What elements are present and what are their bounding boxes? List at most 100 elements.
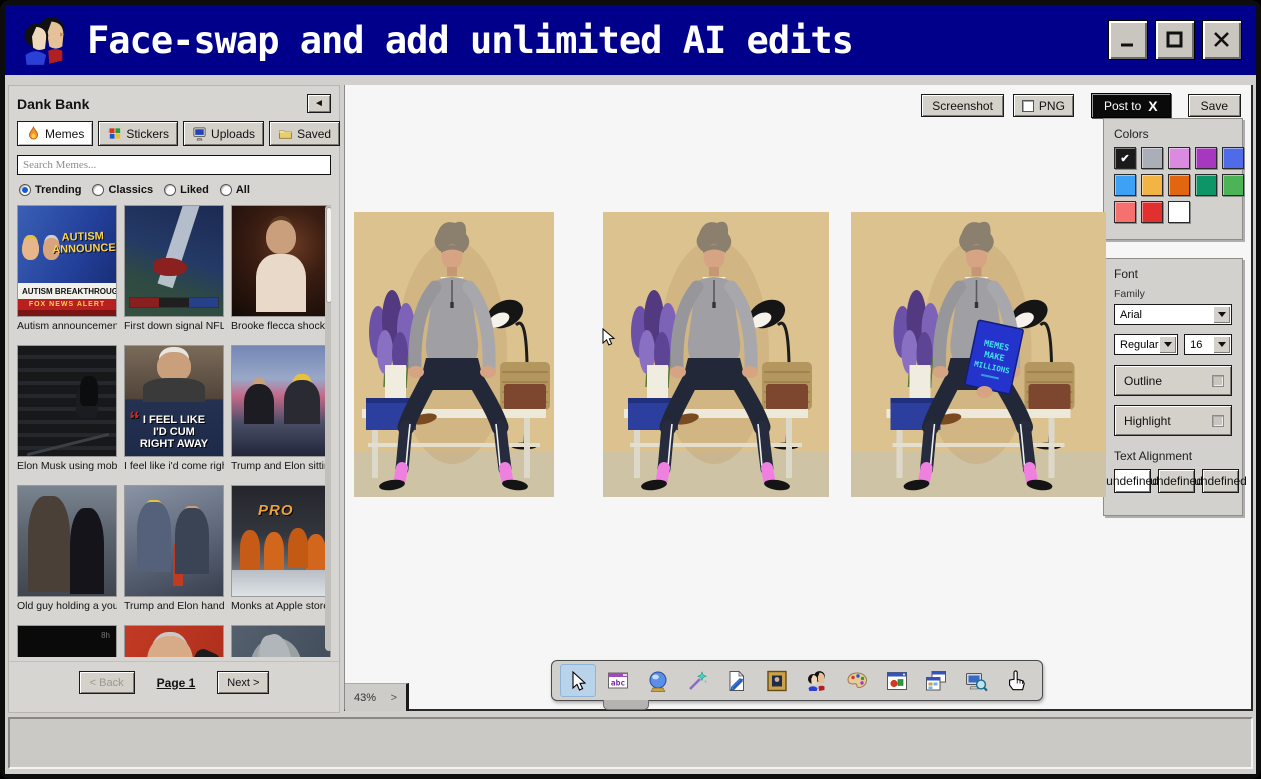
filter-classics[interactable]: Classics: [92, 184, 153, 196]
font-family-select[interactable]: Arial: [1114, 304, 1232, 325]
close-button[interactable]: [1202, 20, 1242, 60]
filter-label: Trending: [35, 184, 81, 196]
meme-item: I FEEL LIKEI'D CUMRIGHT AWAYI feel like …: [124, 345, 224, 472]
meme-thumb-brooke[interactable]: [231, 205, 331, 317]
minimize-button[interactable]: [1108, 20, 1148, 60]
tab-memes[interactable]: Memes: [17, 121, 93, 146]
tab-saved[interactable]: Saved: [269, 121, 340, 146]
tool-magic-wand[interactable]: [679, 664, 715, 697]
tool-select-cursor[interactable]: [560, 664, 596, 697]
karp-meme-3[interactable]: MEMES MAKE MILLIONS: [851, 212, 1106, 497]
filter-liked[interactable]: Liked: [164, 184, 209, 196]
search-input[interactable]: [17, 155, 331, 175]
tab-stickers[interactable]: Stickers: [98, 121, 178, 146]
back-button[interactable]: < Back: [79, 671, 135, 694]
highlight-toggle[interactable]: Highlight: [1114, 405, 1232, 436]
radio-button[interactable]: [19, 184, 31, 196]
meme-thumb-facepalm[interactable]: [231, 625, 331, 657]
tool-search-computer[interactable]: [958, 664, 994, 697]
tool-windows-cascade[interactable]: [918, 664, 954, 697]
color-swatch-da8be0[interactable]: [1168, 147, 1190, 169]
tab-label: Uploads: [211, 127, 255, 141]
meme-caption: First down signal NFL: [124, 320, 224, 332]
tool-text-tool[interactable]: abc: [600, 664, 636, 697]
chevron-down-icon[interactable]: [1159, 336, 1176, 353]
font-panel: Font Family Arial Regular 16 Outline: [1103, 258, 1243, 516]
karp-meme-1[interactable]: [354, 212, 554, 497]
chevron-down-icon[interactable]: [1213, 306, 1230, 323]
color-swatch-4cb457[interactable]: [1222, 174, 1244, 196]
color-swatch-e2660f[interactable]: [1168, 174, 1190, 196]
png-checkbox[interactable]: [1022, 100, 1034, 112]
zoom-control[interactable]: 43% >: [345, 683, 409, 711]
page-indicator[interactable]: Page 1: [157, 676, 196, 690]
post-to-x-button[interactable]: Post to X: [1091, 93, 1171, 118]
color-swatch-1b1b1b[interactable]: ✔: [1114, 147, 1136, 169]
save-button[interactable]: Save: [1188, 94, 1241, 117]
tab-label: Saved: [297, 127, 331, 141]
meme-caption: Trump and Elon handsha..: [124, 600, 224, 612]
radio-button[interactable]: [220, 184, 232, 196]
tool-image-window[interactable]: [879, 664, 915, 697]
chevron-down-icon[interactable]: [1213, 336, 1230, 353]
radio-button[interactable]: [92, 184, 104, 196]
scrollbar-thumb[interactable]: [326, 207, 331, 303]
tool-edit-document[interactable]: [719, 664, 755, 697]
meme-caption: Trump and Elon sitting t..: [231, 460, 331, 472]
color-swatch-a9aeb7[interactable]: [1141, 147, 1163, 169]
color-swatch-0d9467[interactable]: [1195, 174, 1217, 196]
meme-thumb-oldguy[interactable]: [17, 485, 117, 597]
app-window: Face-swap and add unlimited AI edits Dan…: [0, 0, 1261, 779]
font-weight-select[interactable]: Regular: [1114, 334, 1178, 355]
headline-text: AUTISMANNOUNCEMENT: [52, 231, 115, 256]
meme-thumb-nfl[interactable]: [124, 205, 224, 317]
title-bar: Face-swap and add unlimited AI edits: [5, 5, 1256, 75]
editor-canvas[interactable]: Screenshot PNG Post to X Save Colors ✔ F…: [344, 85, 1253, 711]
filter-trending[interactable]: Trending: [19, 184, 81, 196]
scoreboard: [129, 297, 219, 308]
sidebar-collapse-button[interactable]: ◄: [307, 94, 331, 113]
tool-paint-palette[interactable]: [839, 664, 875, 697]
zoom-expand-chevron[interactable]: >: [391, 692, 397, 704]
family-label: Family: [1114, 288, 1232, 300]
png-toggle-button[interactable]: PNG: [1013, 94, 1074, 117]
align-center-button[interactable]: undefined: [1158, 469, 1195, 493]
next-button[interactable]: Next >: [217, 671, 269, 694]
font-size-select[interactable]: 16: [1184, 334, 1232, 355]
tool-face-swap[interactable]: [799, 664, 835, 697]
color-swatch-4f6be8[interactable]: [1222, 147, 1244, 169]
meme-caption: Elon Musk using mobile ...: [17, 460, 117, 472]
color-swatch-f77070[interactable]: [1114, 201, 1136, 223]
color-swatch-e23030[interactable]: [1141, 201, 1163, 223]
tool-crystal-ball[interactable]: [640, 664, 676, 697]
color-swatch-3da2f5[interactable]: [1114, 174, 1136, 196]
meme-thumb-sitting[interactable]: [231, 345, 331, 457]
meme-thumb-commentator[interactable]: I FEEL LIKEI'D CUMRIGHT AWAY: [124, 345, 224, 457]
color-swatch-a637bf[interactable]: [1195, 147, 1217, 169]
radio-button[interactable]: [164, 184, 176, 196]
app-frame: Face-swap and add unlimited AI edits Dan…: [5, 5, 1256, 774]
color-swatch-f2b545[interactable]: [1141, 174, 1163, 196]
maximize-button[interactable]: [1155, 20, 1195, 60]
align-left-button[interactable]: undefined: [1114, 469, 1151, 493]
sidebar-title: Dank Bank: [17, 96, 89, 112]
filter-all[interactable]: All: [220, 184, 250, 196]
meme-thumb-handshake[interactable]: [124, 485, 224, 597]
meme-thumb-mourinho[interactable]: [124, 625, 224, 657]
commentator-body: [143, 378, 205, 402]
tool-picture-frame[interactable]: [759, 664, 795, 697]
tab-uploads[interactable]: Uploads: [183, 121, 264, 146]
meme-thumb-tweet[interactable]: 8h○⇄♡▩: [17, 625, 117, 657]
color-swatch-ffffff[interactable]: [1168, 201, 1190, 223]
tool-hand-pointer[interactable]: [998, 664, 1034, 697]
meme-thumb-autism[interactable]: AUTISMANNOUNCEMENTAUTISM BREAKTHROUGHFOX…: [17, 205, 117, 317]
outline-toggle[interactable]: Outline: [1114, 365, 1232, 396]
align-right-button[interactable]: undefined: [1202, 469, 1239, 493]
meme-thumb-monks[interactable]: PRO: [231, 485, 331, 597]
font-family-value: Arial: [1120, 309, 1142, 321]
karp-meme-2[interactable]: [603, 212, 829, 497]
toolbar-handle[interactable]: [603, 700, 649, 710]
meme-thumb-stadium[interactable]: [17, 345, 117, 457]
screenshot-button[interactable]: Screenshot: [921, 94, 1004, 117]
meme-scrollbar[interactable]: [325, 205, 331, 651]
